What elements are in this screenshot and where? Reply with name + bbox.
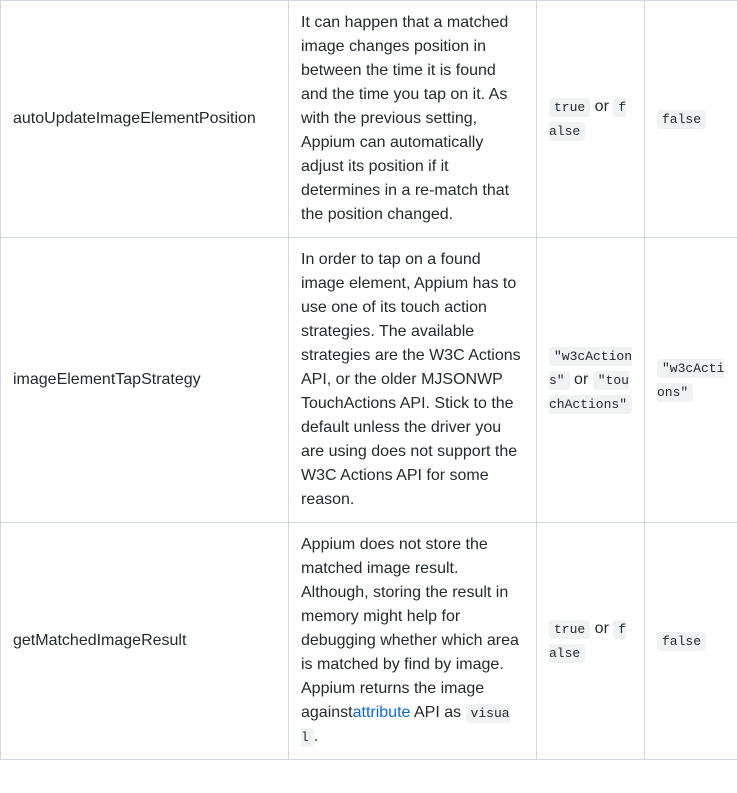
desc-part: . [314,728,318,745]
setting-name: autoUpdateImageElementPosition [13,110,256,127]
setting-description-cell: It can happen that a matched image chang… [289,1,537,238]
setting-name-cell: autoUpdateImageElementPosition [1,1,289,238]
setting-name-cell: imageElementTapStrategy [1,238,289,523]
setting-name: imageElementTapStrategy [13,371,201,388]
code-value: false [657,110,706,129]
setting-default-cell: false [645,523,737,760]
setting-default-cell: "w3cActions" [645,238,737,523]
settings-table: autoUpdateImageElementPosition It can ha… [0,0,737,760]
desc-part: Appium does not store the matched image … [301,536,519,721]
attribute-link[interactable]: attribute [353,704,411,721]
code-value: true [549,620,590,639]
setting-default-cell: false [645,1,737,238]
setting-possible-values-cell: true or false [537,1,645,238]
separator-text: or [590,620,613,637]
setting-description: In order to tap on a found image element… [301,251,521,508]
setting-description-cell: In order to tap on a found image element… [289,238,537,523]
code-value: false [657,632,706,651]
table-row: autoUpdateImageElementPosition It can ha… [1,1,737,238]
separator-text: or [570,371,593,388]
setting-description: It can happen that a matched image chang… [301,14,509,223]
code-value: "w3cActions" [657,359,724,402]
desc-part: API as [410,704,465,721]
setting-name-cell: getMatchedImageResult [1,523,289,760]
table-row: imageElementTapStrategy In order to tap … [1,238,737,523]
table-row: getMatchedImageResult Appium does not st… [1,523,737,760]
setting-possible-values-cell: true or false [537,523,645,760]
setting-description-cell: Appium does not store the matched image … [289,523,537,760]
code-value: true [549,98,590,117]
setting-name: getMatchedImageResult [13,632,186,649]
separator-text: or [590,98,613,115]
setting-possible-values-cell: "w3cActions" or "touchActions" [537,238,645,523]
